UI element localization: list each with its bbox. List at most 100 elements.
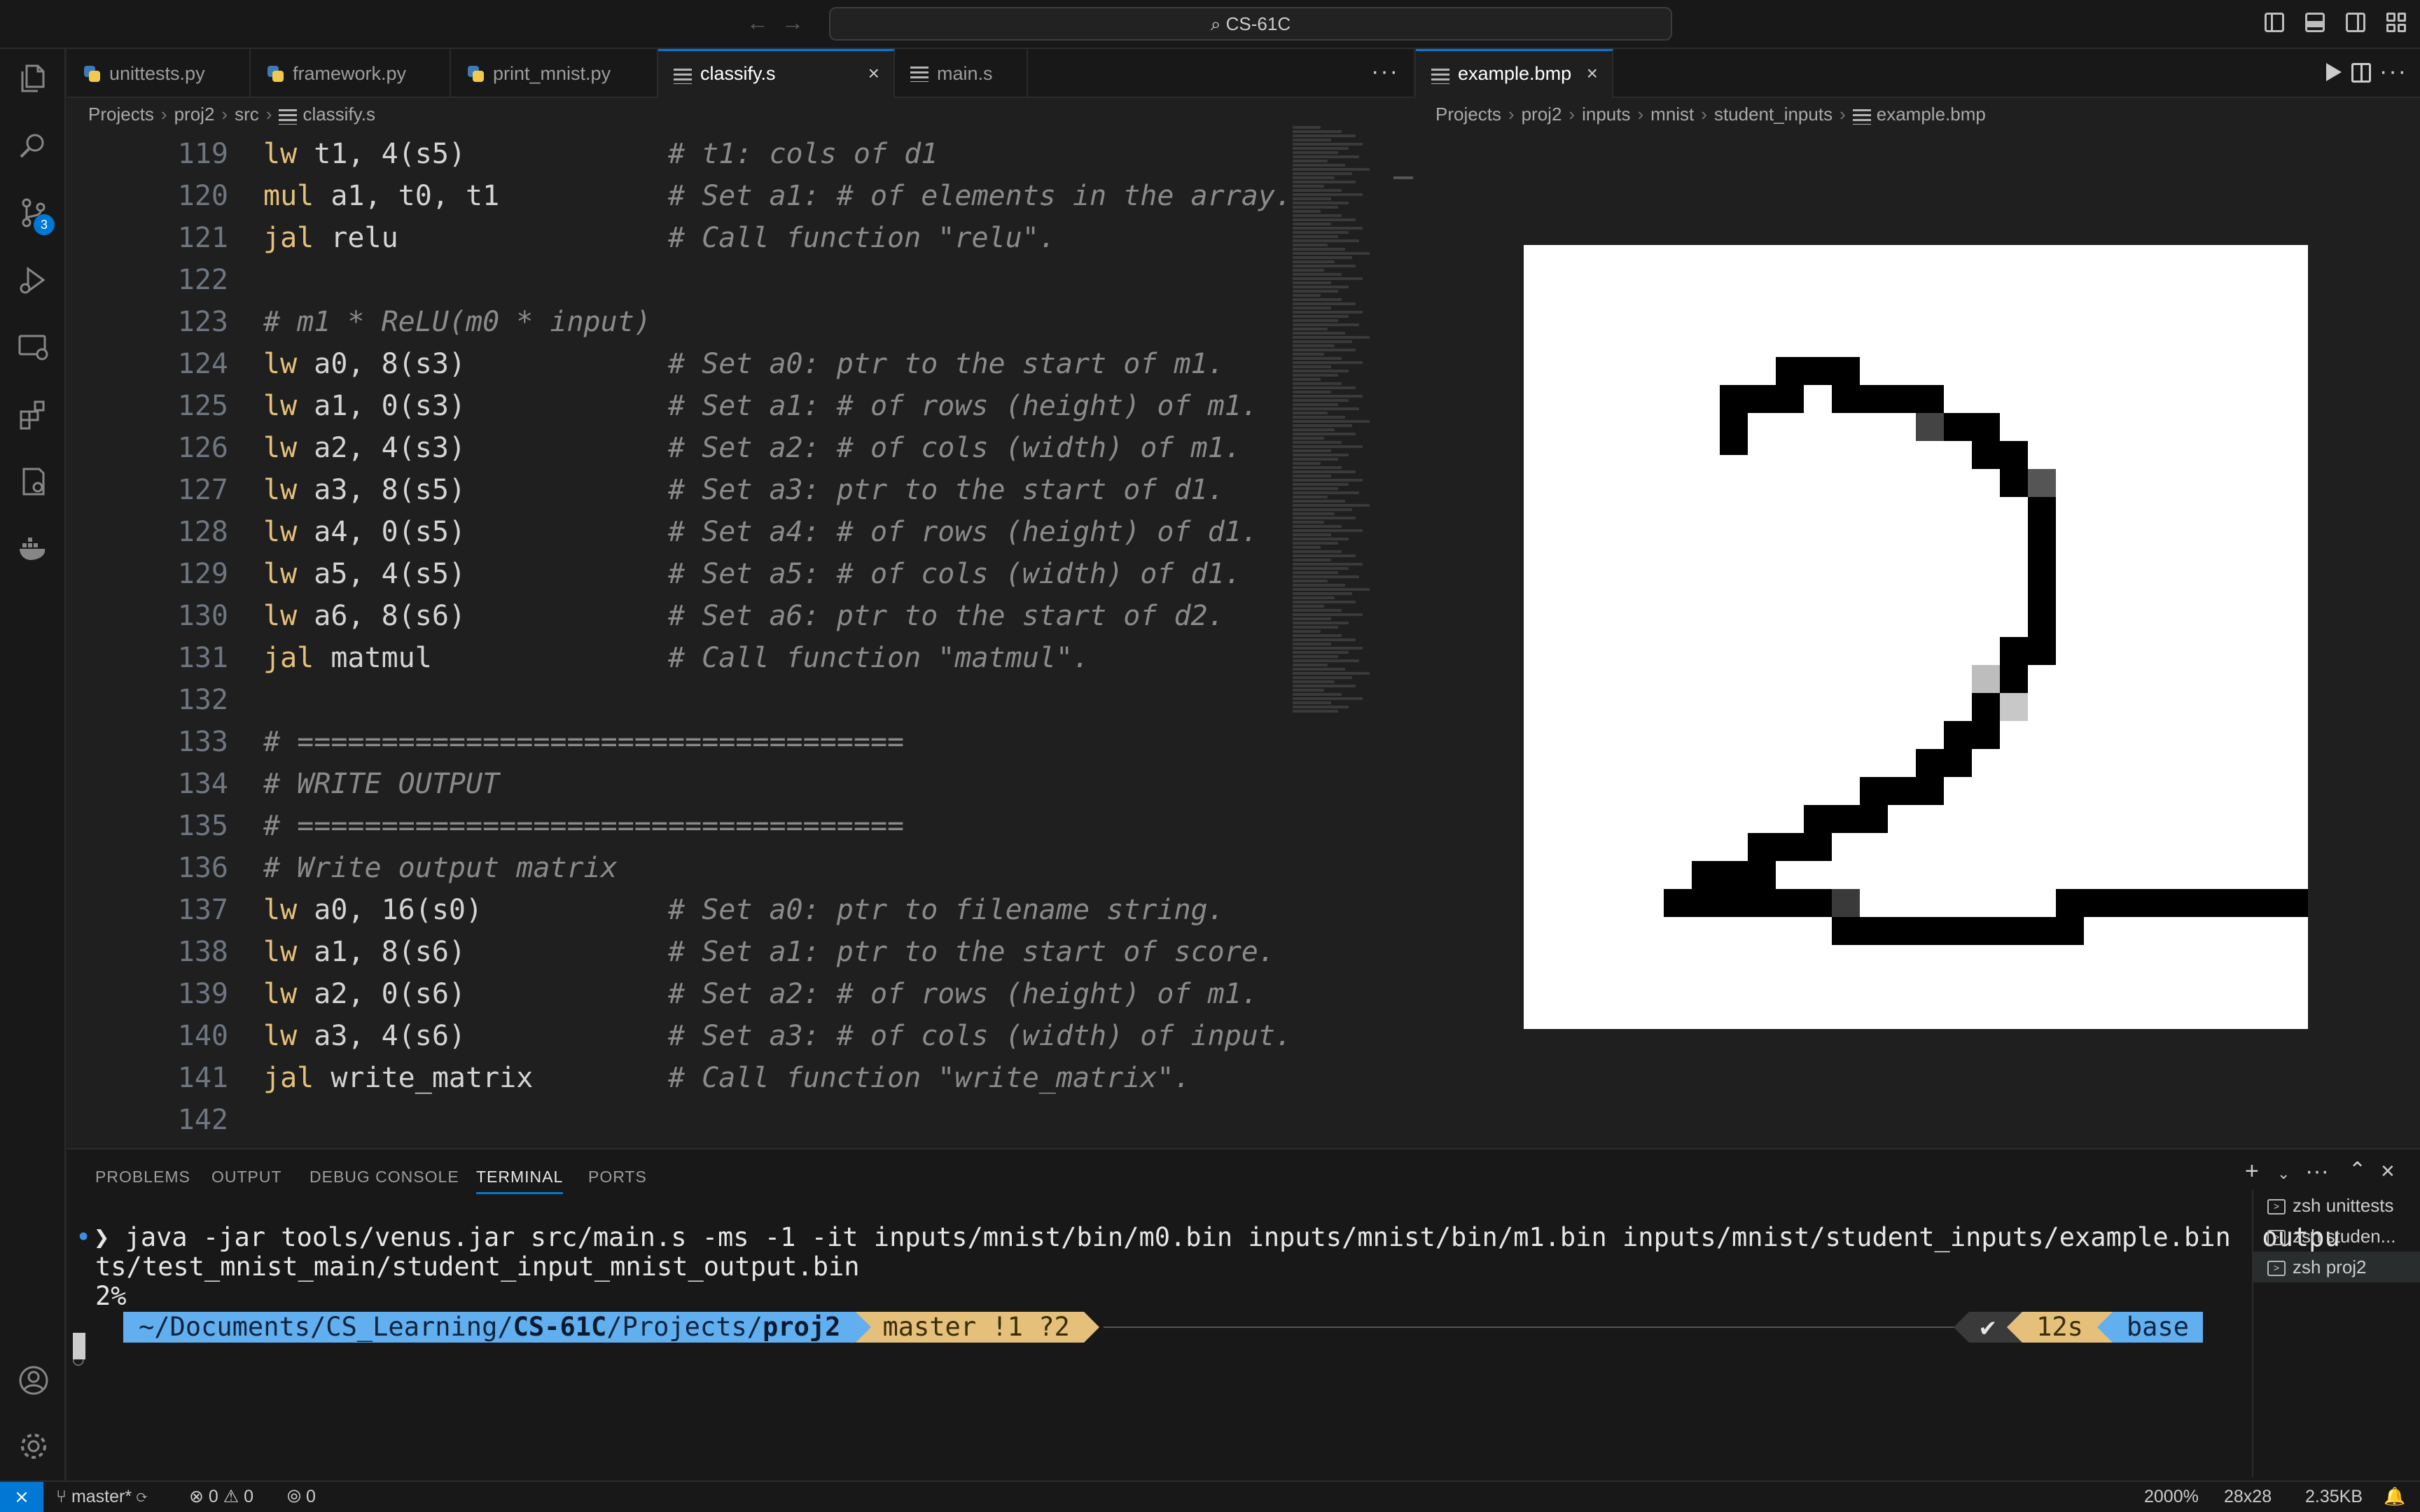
breadcrumb-item[interactable]: inputs: [1582, 104, 1630, 125]
line-number: 136: [177, 852, 228, 884]
more-actions-icon[interactable]: ···: [1371, 49, 1399, 94]
tab-debug-console[interactable]: DEBUG CONSOLE: [310, 1159, 459, 1194]
minimap[interactable]: [1293, 126, 1391, 756]
docker-icon[interactable]: [17, 532, 50, 566]
settings-gear-icon[interactable]: [17, 1429, 50, 1463]
minimap-row: [1293, 617, 1331, 620]
terminal-item-proj2[interactable]: > zsh proj2: [2253, 1252, 2420, 1282]
assembly-file-icon: [910, 64, 930, 84]
breadcrumb-item[interactable]: classify.s: [302, 104, 375, 125]
tab-classify-s[interactable]: classify.s ×: [658, 49, 895, 98]
tab-problems[interactable]: PROBLEMS: [95, 1159, 190, 1194]
minimap-row: [1293, 353, 1324, 356]
minimap-row: [1293, 475, 1331, 477]
search-icon[interactable]: [17, 129, 50, 162]
nav-arrows[interactable]: ←→: [746, 10, 816, 36]
toggle-secondary-sidebar-icon[interactable]: [2346, 13, 2365, 32]
tab-example-bmp[interactable]: example.bmp ×: [1416, 49, 1613, 98]
customize-layout-icon[interactable]: [2386, 13, 2406, 32]
maximize-panel-icon[interactable]: ⌃: [2349, 1158, 2366, 1182]
ports-status[interactable]: ⦾ 0: [287, 1482, 316, 1512]
minimap-row: [1293, 134, 1356, 137]
minimap-row: [1293, 441, 1342, 444]
accounts-icon[interactable]: [17, 1364, 50, 1397]
problems-summary[interactable]: ⊗ 0 ⚠ 0: [189, 1482, 253, 1512]
breadcrumb-item[interactable]: Projects: [1435, 104, 1501, 125]
toggle-primary-sidebar-icon[interactable]: [2265, 13, 2284, 32]
zoom-level[interactable]: 2000%: [2144, 1482, 2199, 1512]
breadcrumb-item[interactable]: Projects: [88, 104, 154, 125]
breadcrumb-item[interactable]: proj2: [174, 104, 215, 125]
minimap-row: [1293, 638, 1356, 641]
minimap-row: [1293, 214, 1342, 217]
minimap-row: [1293, 197, 1331, 200]
close-panel-icon[interactable]: ×: [2381, 1158, 2395, 1185]
back-arrow-icon[interactable]: ←: [746, 10, 781, 35]
minimap-row: [1293, 517, 1356, 519]
minimap-row: [1293, 424, 1352, 427]
sync-icon[interactable]: ⟳: [137, 1487, 147, 1506]
bottom-panel: PROBLEMS OUTPUT DEBUG CONSOLE TERMINAL P…: [67, 1148, 2420, 1480]
close-tab-icon[interactable]: ×: [1587, 51, 1598, 96]
minimap-row: [1293, 323, 1359, 326]
minimap-slider[interactable]: [1393, 176, 1413, 179]
tab-terminal[interactable]: TERMINAL: [476, 1159, 564, 1194]
minimap-row: [1293, 420, 1370, 423]
git-branch[interactable]: ⑂ master* ⟳: [56, 1482, 147, 1512]
minimap-row: [1293, 286, 1349, 288]
digit-two-image: [1524, 245, 2308, 1029]
close-tab-icon[interactable]: ×: [868, 51, 879, 96]
forward-arrow-icon[interactable]: →: [781, 10, 816, 35]
more-actions-icon[interactable]: ···: [2379, 49, 2407, 94]
minimap-row: [1293, 554, 1356, 557]
extensions-icon[interactable]: [17, 398, 50, 431]
run-icon[interactable]: [2326, 63, 2342, 81]
tab-print-mnist[interactable]: print_mnist.py: [451, 49, 658, 98]
tab-ports[interactable]: PORTS: [588, 1159, 647, 1194]
code-comment: # Set a2: # of cols (width) of m1.: [667, 432, 1242, 464]
minimap-row: [1293, 281, 1331, 284]
breadcrumb-item[interactable]: mnist: [1650, 104, 1694, 125]
code-comment: # m1 * ReLU(m0 * input): [263, 306, 651, 338]
breadcrumb-item[interactable]: src: [235, 104, 259, 125]
breadcrumb-right: Projects › proj2 › inputs › mnist › student_inpu…: [1435, 104, 1986, 125]
python-icon: [83, 64, 102, 84]
tab-unittests[interactable]: unittests.py: [67, 49, 251, 98]
chevron-down-icon[interactable]: ⌄: [2277, 1165, 2290, 1183]
split-editor-icon[interactable]: [2351, 63, 2371, 83]
terminal[interactable]: • ❯ java -jar tools/venus.jar src/main.s…: [67, 1212, 2340, 1478]
code-editor[interactable]: 119 lw t1, 4(s5) # t1: cols of d1 120 mul a…: [67, 133, 1293, 1148]
terminal-item-student[interactable]: > zsh studen...: [2253, 1221, 2420, 1252]
breadcrumb-item[interactable]: example.bmp: [1877, 104, 1986, 125]
tab-main-s[interactable]: main.s: [895, 49, 1028, 98]
terminal-item-unittests[interactable]: > zsh unittests: [2253, 1190, 2420, 1221]
remote-explorer-icon[interactable]: [17, 330, 50, 364]
notifications-bell-icon[interactable]: 🔔: [2384, 1482, 2405, 1512]
tab-framework[interactable]: framework.py: [251, 49, 451, 98]
run-debug-icon[interactable]: [17, 263, 50, 297]
minimap-row: [1293, 210, 1321, 213]
minimap-row: [1293, 189, 1342, 192]
toggle-panel-icon[interactable]: [2305, 13, 2325, 32]
command-center-search[interactable]: ⌕ CS-61C: [829, 7, 1672, 41]
line-number: 121: [177, 222, 228, 254]
testing-icon[interactable]: [17, 465, 50, 498]
new-terminal-icon[interactable]: +: [2245, 1158, 2259, 1185]
minimap-row: [1293, 428, 1335, 431]
tab-output[interactable]: OUTPUT: [211, 1159, 282, 1194]
minimap-row: [1293, 634, 1342, 637]
breadcrumb-item[interactable]: student_inputs: [1714, 104, 1833, 125]
remote-indicator[interactable]: ⨯: [0, 1482, 43, 1512]
minimap-row: [1293, 706, 1349, 708]
code-text: lw a1, 0(s3) # Set a1: # of rows (height…: [263, 390, 1258, 422]
code-text: # ====================================: [263, 805, 904, 847]
minimap-row: [1293, 462, 1321, 465]
source-control-icon[interactable]: 3: [17, 196, 55, 235]
more-actions-icon[interactable]: ···: [2305, 1158, 2329, 1185]
branch-icon: ⑂: [56, 1487, 71, 1506]
explorer-icon[interactable]: [17, 62, 50, 95]
minimap-row: [1293, 609, 1342, 612]
minimap-row: [1293, 659, 1359, 662]
minimap-row: [1293, 176, 1335, 179]
breadcrumb-item[interactable]: proj2: [1522, 104, 1562, 125]
